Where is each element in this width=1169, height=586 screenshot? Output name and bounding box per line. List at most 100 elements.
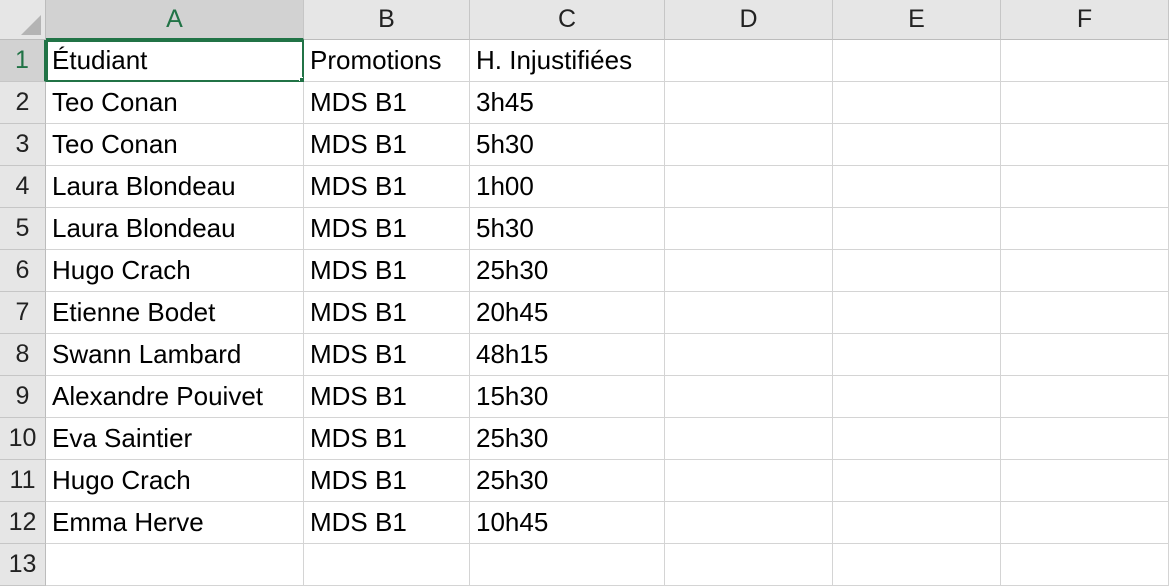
cell-d3[interactable]	[665, 124, 833, 166]
row-header-4[interactable]: 4	[0, 166, 46, 208]
cell-c4[interactable]: 1h00	[470, 166, 665, 208]
cell-d1[interactable]	[665, 40, 833, 82]
cell-d7[interactable]	[665, 292, 833, 334]
cell-a10[interactable]: Eva Saintier	[46, 418, 304, 460]
cell-f6[interactable]	[1001, 250, 1169, 292]
cell-b4[interactable]: MDS B1	[304, 166, 470, 208]
cell-f9[interactable]	[1001, 376, 1169, 418]
cell-d8[interactable]	[665, 334, 833, 376]
cell-f13[interactable]	[1001, 544, 1169, 586]
cell-b10[interactable]: MDS B1	[304, 418, 470, 460]
cell-f8[interactable]	[1001, 334, 1169, 376]
cell-c8[interactable]: 48h15	[470, 334, 665, 376]
cell-f1[interactable]	[1001, 40, 1169, 82]
column-header-c[interactable]: C	[470, 0, 665, 40]
cell-b3[interactable]: MDS B1	[304, 124, 470, 166]
row-header-12[interactable]: 12	[0, 502, 46, 544]
cell-a6[interactable]: Hugo Crach	[46, 250, 304, 292]
row-header-7[interactable]: 7	[0, 292, 46, 334]
cell-e6[interactable]	[833, 250, 1001, 292]
cell-e4[interactable]	[833, 166, 1001, 208]
cell-d9[interactable]	[665, 376, 833, 418]
cell-b8[interactable]: MDS B1	[304, 334, 470, 376]
column-header-b[interactable]: B	[304, 0, 470, 40]
row-header-3[interactable]: 3	[0, 124, 46, 166]
cell-e1[interactable]	[833, 40, 1001, 82]
cell-e8[interactable]	[833, 334, 1001, 376]
cell-e10[interactable]	[833, 418, 1001, 460]
fill-handle[interactable]	[299, 77, 303, 81]
cell-a5[interactable]: Laura Blondeau	[46, 208, 304, 250]
cell-b13[interactable]	[304, 544, 470, 586]
cell-f11[interactable]	[1001, 460, 1169, 502]
cell-e13[interactable]	[833, 544, 1001, 586]
row-header-5[interactable]: 5	[0, 208, 46, 250]
cell-c13[interactable]	[470, 544, 665, 586]
cell-d5[interactable]	[665, 208, 833, 250]
cell-c6[interactable]: 25h30	[470, 250, 665, 292]
cell-d11[interactable]	[665, 460, 833, 502]
cell-c5[interactable]: 5h30	[470, 208, 665, 250]
cell-a11[interactable]: Hugo Crach	[46, 460, 304, 502]
cell-e2[interactable]	[833, 82, 1001, 124]
column-header-d[interactable]: D	[665, 0, 833, 40]
cell-e3[interactable]	[833, 124, 1001, 166]
cell-f12[interactable]	[1001, 502, 1169, 544]
cell-c12[interactable]: 10h45	[470, 502, 665, 544]
cell-f5[interactable]	[1001, 208, 1169, 250]
cell-a8[interactable]: Swann Lambard	[46, 334, 304, 376]
cell-e11[interactable]	[833, 460, 1001, 502]
column-header-a[interactable]: A	[46, 0, 304, 40]
cell-e9[interactable]	[833, 376, 1001, 418]
cell-b9[interactable]: MDS B1	[304, 376, 470, 418]
cell-f2[interactable]	[1001, 82, 1169, 124]
cell-b12[interactable]: MDS B1	[304, 502, 470, 544]
column-header-f[interactable]: F	[1001, 0, 1169, 40]
row-header-13[interactable]: 13	[0, 544, 46, 586]
cell-a3[interactable]: Teo Conan	[46, 124, 304, 166]
cell-d2[interactable]	[665, 82, 833, 124]
cell-a7[interactable]: Etienne Bodet	[46, 292, 304, 334]
cell-b6[interactable]: MDS B1	[304, 250, 470, 292]
cell-c7[interactable]: 20h45	[470, 292, 665, 334]
cell-b7[interactable]: MDS B1	[304, 292, 470, 334]
select-all-triangle-icon	[21, 15, 41, 35]
row-header-10[interactable]: 10	[0, 418, 46, 460]
cell-b11[interactable]: MDS B1	[304, 460, 470, 502]
cell-b5[interactable]: MDS B1	[304, 208, 470, 250]
row-header-9[interactable]: 9	[0, 376, 46, 418]
cell-a9[interactable]: Alexandre Pouivet	[46, 376, 304, 418]
cell-d4[interactable]	[665, 166, 833, 208]
cell-b1[interactable]: Promotions	[304, 40, 470, 82]
row-header-6[interactable]: 6	[0, 250, 46, 292]
cell-a4[interactable]: Laura Blondeau	[46, 166, 304, 208]
cell-f4[interactable]	[1001, 166, 1169, 208]
cell-a13[interactable]	[46, 544, 304, 586]
select-all-corner[interactable]	[0, 0, 46, 40]
cell-d6[interactable]	[665, 250, 833, 292]
cell-e7[interactable]	[833, 292, 1001, 334]
cell-c9[interactable]: 15h30	[470, 376, 665, 418]
cell-c11[interactable]: 25h30	[470, 460, 665, 502]
cell-f7[interactable]	[1001, 292, 1169, 334]
row-header-11[interactable]: 11	[0, 460, 46, 502]
cell-e12[interactable]	[833, 502, 1001, 544]
cell-c10[interactable]: 25h30	[470, 418, 665, 460]
cell-f3[interactable]	[1001, 124, 1169, 166]
row-header-2[interactable]: 2	[0, 82, 46, 124]
cell-d13[interactable]	[665, 544, 833, 586]
cell-d10[interactable]	[665, 418, 833, 460]
cell-b2[interactable]: MDS B1	[304, 82, 470, 124]
cell-e5[interactable]	[833, 208, 1001, 250]
cell-c2[interactable]: 3h45	[470, 82, 665, 124]
cell-a1[interactable]: Étudiant	[46, 40, 304, 82]
cell-a12[interactable]: Emma Herve	[46, 502, 304, 544]
cell-c3[interactable]: 5h30	[470, 124, 665, 166]
cell-f10[interactable]	[1001, 418, 1169, 460]
cell-c1[interactable]: H. Injustifiées	[470, 40, 665, 82]
column-header-e[interactable]: E	[833, 0, 1001, 40]
cell-a2[interactable]: Teo Conan	[46, 82, 304, 124]
cell-d12[interactable]	[665, 502, 833, 544]
row-header-8[interactable]: 8	[0, 334, 46, 376]
row-header-1[interactable]: 1	[0, 40, 46, 82]
